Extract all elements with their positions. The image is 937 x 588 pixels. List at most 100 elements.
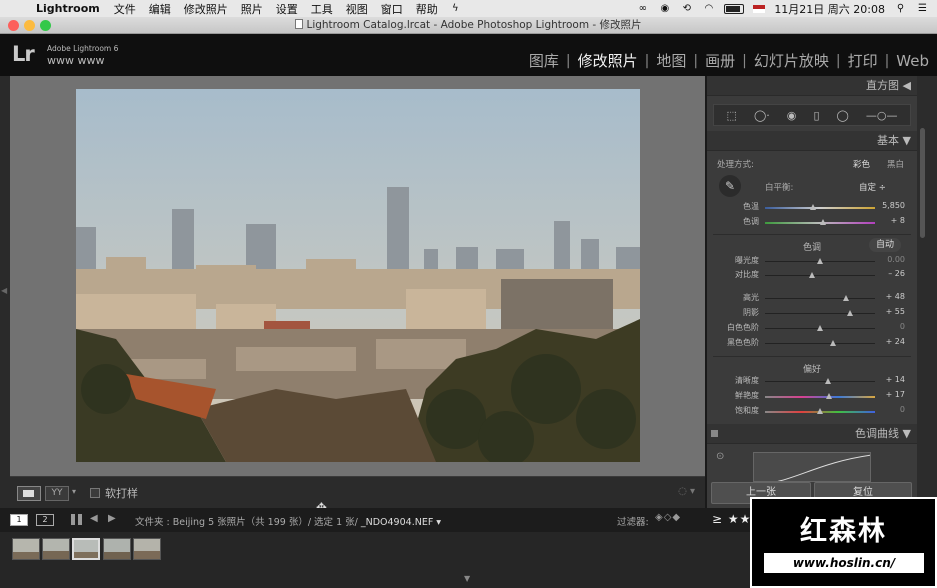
menu-help[interactable]: 帮助 — [416, 1, 438, 17]
slider-knob[interactable] — [843, 295, 850, 301]
menu-view[interactable]: 视图 — [346, 1, 368, 17]
slider-saturation[interactable]: 饱和度 0 — [707, 405, 917, 419]
flag-filter-icons[interactable]: ◈◇◆ — [655, 512, 681, 523]
module-web[interactable]: Web — [896, 52, 929, 70]
wb-select[interactable]: 自定 ÷ — [859, 181, 886, 193]
treatment-bw[interactable]: 黑白 — [887, 158, 904, 170]
grid-view-icon[interactable] — [71, 514, 82, 525]
slider-knob[interactable] — [809, 272, 816, 278]
slider-track[interactable] — [765, 343, 875, 344]
tone-curve-graph[interactable] — [753, 452, 871, 482]
radial-filter-icon[interactable]: ◯ — [837, 109, 849, 122]
tone-curve-header[interactable]: 色调曲线 ▼ — [707, 424, 917, 444]
wifi-icon[interactable]: ◠ — [702, 3, 715, 14]
loupe-view-button[interactable] — [17, 486, 41, 501]
slider-exposure[interactable]: 曝光度 0.00 — [707, 255, 917, 269]
filmstrip-source[interactable]: 文件夹 : Beijing 5 张照片（共 199 张）/ 选定 1 张/ _N… — [135, 514, 441, 528]
app-menu[interactable]: Lightroom — [36, 2, 100, 15]
slider-knob[interactable] — [810, 204, 817, 210]
close-window-button[interactable] — [8, 20, 19, 31]
module-map[interactable]: 地图 — [656, 50, 686, 71]
slider-knob[interactable] — [846, 310, 853, 316]
module-print[interactable]: 打印 — [848, 50, 878, 71]
slider-knob[interactable] — [817, 325, 823, 331]
collapse-icon[interactable]: ◀ — [903, 79, 911, 92]
slider-value[interactable]: + 24 — [886, 337, 905, 346]
slider-vibrance[interactable]: 鲜艳度 + 17 — [707, 390, 917, 404]
slider-track[interactable] — [765, 298, 875, 299]
slider-track[interactable] — [765, 381, 875, 382]
expand-icon[interactable]: ▼ — [903, 427, 911, 440]
expand-icon[interactable]: ▼ — [903, 134, 911, 147]
battery-icon[interactable] — [724, 3, 745, 14]
slider-value[interactable]: + 14 — [886, 375, 905, 384]
histogram-header[interactable]: 直方图 ◀ — [707, 76, 917, 96]
slider-contrast[interactable]: 对比度 – 26 — [707, 269, 917, 283]
scrollbar-thumb[interactable] — [920, 128, 925, 238]
menu-edit[interactable]: 编辑 — [149, 1, 171, 17]
flag-icon[interactable] — [753, 4, 766, 13]
toolbar-menu-icon[interactable]: ◌ ▾ — [678, 486, 695, 497]
target-adjust-icon[interactable]: ⊙ — [716, 451, 724, 462]
red-eye-icon[interactable]: ◉ — [787, 109, 797, 122]
clock[interactable]: 11月21日 周六 20:08 — [774, 1, 885, 17]
filmstrip-thumbnail[interactable] — [133, 538, 161, 560]
slider-value[interactable]: + 55 — [886, 307, 905, 316]
menu-window[interactable]: 窗口 — [381, 1, 403, 17]
basic-header[interactable]: 基本 ▼ — [707, 131, 917, 151]
spotlight-icon[interactable]: ⚲ — [894, 3, 907, 14]
slider-knob[interactable] — [817, 258, 823, 264]
slider-value[interactable]: + 48 — [886, 292, 905, 301]
white-balance-eyedropper-icon[interactable]: ✎ — [719, 175, 741, 197]
slider-value[interactable]: 5,850 — [882, 201, 905, 210]
module-slideshow[interactable]: 幻灯片放映 — [754, 50, 829, 71]
right-panel-scrollbar[interactable] — [917, 76, 937, 508]
slider-value[interactable]: 0 — [900, 322, 905, 331]
menu-settings[interactable]: 设置 — [276, 1, 298, 17]
fullscreen-window-button[interactable] — [40, 20, 51, 31]
module-develop[interactable]: 修改照片 — [578, 50, 638, 71]
expand-left-panel-icon[interactable]: ◀ — [1, 286, 7, 295]
slider-shadows[interactable]: 阴影 + 55 — [707, 307, 917, 321]
back-arrow-icon[interactable]: ◀ — [90, 513, 98, 524]
collapse-filmstrip-icon[interactable]: ▼ — [464, 574, 470, 583]
slider-temp[interactable]: 色温 5,850 — [707, 201, 917, 215]
menu-develop[interactable]: 修改照片 — [184, 1, 228, 17]
menu-photo[interactable]: 照片 — [241, 1, 263, 17]
slider-value[interactable]: 0 — [900, 405, 905, 414]
treatment-color[interactable]: 彩色 — [853, 158, 870, 170]
slider-tint[interactable]: 色调 + 8 — [707, 216, 917, 230]
adjustment-brush-icon[interactable]: —○— — [866, 109, 898, 122]
primary-window-button[interactable]: 1 — [10, 514, 28, 526]
bolt-icon[interactable]: ϟ — [449, 3, 462, 14]
eye-icon[interactable]: ◉ — [658, 3, 671, 14]
menu-file[interactable]: 文件 — [114, 1, 136, 17]
filmstrip-thumbnail[interactable] — [103, 538, 131, 560]
slider-clarity[interactable]: 清晰度 + 14 — [707, 375, 917, 389]
module-book[interactable]: 画册 — [705, 50, 735, 71]
soft-proof-checkbox[interactable] — [90, 488, 100, 498]
tone-auto-button[interactable]: 自动 — [869, 238, 901, 252]
slider-track[interactable] — [765, 275, 875, 276]
panel-switch-icon[interactable] — [711, 430, 718, 437]
filmstrip-thumbnail-selected[interactable] — [72, 538, 100, 560]
left-panel-collapsed[interactable]: ◀ — [0, 76, 10, 508]
time-machine-icon[interactable]: ⟲ — [680, 3, 693, 14]
graduated-filter-icon[interactable]: ▯ — [813, 109, 819, 122]
minimize-window-button[interactable] — [24, 20, 35, 31]
before-after-button[interactable]: YY — [45, 486, 69, 501]
menu-tools[interactable]: 工具 — [311, 1, 333, 17]
filmstrip-thumbnail[interactable] — [12, 538, 40, 560]
spot-removal-icon[interactable]: ◯· — [754, 109, 770, 122]
forward-arrow-icon[interactable]: ▶ — [108, 513, 116, 524]
slider-knob[interactable] — [830, 340, 837, 346]
slider-blacks[interactable]: 黑色色阶 + 24 — [707, 337, 917, 351]
slider-highlights[interactable]: 高光 + 48 — [707, 292, 917, 306]
secondary-window-button[interactable]: 2 — [36, 514, 54, 526]
slider-knob[interactable] — [820, 219, 827, 225]
slider-value[interactable]: 0.00 — [887, 255, 905, 264]
crop-tool-icon[interactable]: ⬚ — [727, 109, 737, 122]
slider-value[interactable]: – 26 — [888, 269, 905, 278]
slider-knob[interactable] — [817, 408, 823, 414]
filmstrip-thumbnail[interactable] — [42, 538, 70, 560]
